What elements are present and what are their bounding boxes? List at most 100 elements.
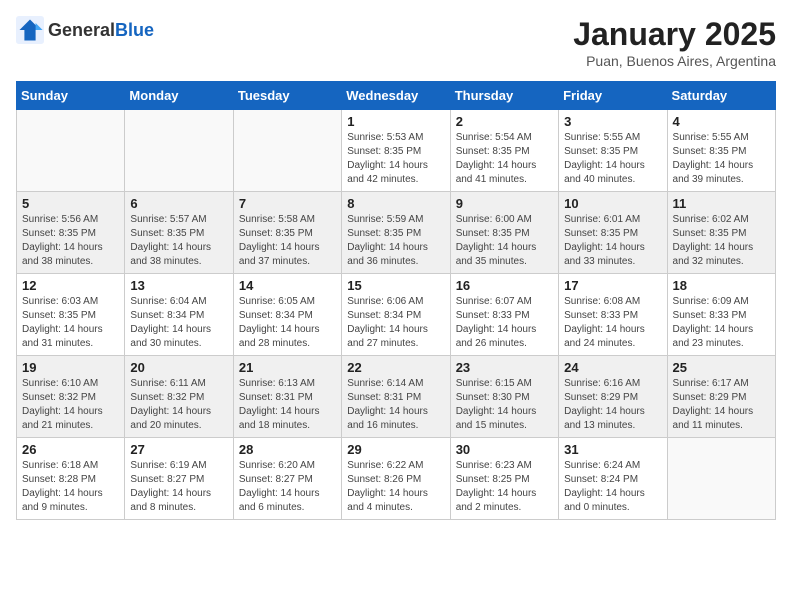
- day-number: 7: [239, 196, 336, 211]
- calendar-week-row: 26Sunrise: 6:18 AM Sunset: 8:28 PM Dayli…: [17, 438, 776, 520]
- day-info: Sunrise: 6:04 AM Sunset: 8:34 PM Dayligh…: [130, 295, 227, 351]
- calendar-cell: 31Sunrise: 6:24 AM Sunset: 8:24 PM Dayli…: [559, 438, 667, 520]
- weekday-header-monday: Monday: [125, 82, 233, 110]
- calendar-cell: 11 Sunrise: 6:02 AM Sunset: 8:35 PM Dayli…: [667, 192, 775, 274]
- day-info: Sunrise: 6:14 AM Sunset: 8:31 PM Dayligh…: [347, 377, 444, 433]
- calendar-cell: [233, 110, 341, 192]
- calendar-cell: 18 Sunrise: 6:09 AM Sunset: 8:33 PM Dayli…: [667, 274, 775, 356]
- calendar-cell: 7Sunrise: 5:58 AM Sunset: 8:35 PM Daylig…: [233, 192, 341, 274]
- day-number: 15: [347, 278, 444, 293]
- calendar-week-row: 5Sunrise: 5:56 AM Sunset: 8:35 PM Daylig…: [17, 192, 776, 274]
- day-info: Sunrise: 6:22 AM Sunset: 8:26 PM Dayligh…: [347, 459, 444, 515]
- day-info: Sunrise: 6:08 AM Sunset: 8:33 PM Dayligh…: [564, 295, 661, 351]
- calendar-cell: 25 Sunrise: 6:17 AM Sunset: 8:29 PM Dayli…: [667, 356, 775, 438]
- day-info: Sunrise: 6:06 AM Sunset: 8:34 PM Dayligh…: [347, 295, 444, 351]
- day-number: 13: [130, 278, 227, 293]
- calendar-cell: 12 Sunrise: 6:03 AM Sunset: 8:35 PM Dayli…: [17, 274, 125, 356]
- calendar-cell: 15 Sunrise: 6:06 AM Sunset: 8:34 PM Dayli…: [342, 274, 450, 356]
- day-number: 25: [673, 360, 770, 375]
- page-header: GeneralBlue January 2025 Puan, Buenos Ai…: [16, 16, 776, 69]
- calendar-cell: 5Sunrise: 5:56 AM Sunset: 8:35 PM Daylig…: [17, 192, 125, 274]
- day-number: 22: [347, 360, 444, 375]
- logo-icon: [16, 16, 44, 44]
- calendar-cell: 1 Sunrise: 5:53 AM Sunset: 8:35 PM Daylig…: [342, 110, 450, 192]
- day-number: 10: [564, 196, 661, 211]
- calendar-cell: [125, 110, 233, 192]
- day-info: Sunrise: 6:24 AM Sunset: 8:24 PM Dayligh…: [564, 459, 661, 515]
- day-info: Sunrise: 6:01 AM Sunset: 8:35 PM Dayligh…: [564, 213, 661, 269]
- day-number: 11: [673, 196, 770, 211]
- title-block: January 2025 Puan, Buenos Aires, Argenti…: [573, 16, 776, 69]
- day-number: 26: [22, 442, 119, 457]
- day-number: 9: [456, 196, 553, 211]
- calendar-cell: 4 Sunrise: 5:55 AM Sunset: 8:35 PM Daylig…: [667, 110, 775, 192]
- calendar-cell: 6 Sunrise: 5:57 AM Sunset: 8:35 PM Daylig…: [125, 192, 233, 274]
- day-number: 2: [456, 114, 553, 129]
- day-number: 17: [564, 278, 661, 293]
- calendar-cell: 20Sunrise: 6:11 AM Sunset: 8:32 PM Dayli…: [125, 356, 233, 438]
- day-info: Sunrise: 6:05 AM Sunset: 8:34 PM Dayligh…: [239, 295, 336, 351]
- logo: GeneralBlue: [16, 16, 154, 44]
- weekday-header-tuesday: Tuesday: [233, 82, 341, 110]
- day-number: 19: [22, 360, 119, 375]
- weekday-header-thursday: Thursday: [450, 82, 558, 110]
- calendar-week-row: 19 Sunrise: 6:10 AM Sunset: 8:32 PM Dayli…: [17, 356, 776, 438]
- calendar-cell: 13 Sunrise: 6:04 AM Sunset: 8:34 PM Dayli…: [125, 274, 233, 356]
- day-info: Sunrise: 6:16 AM Sunset: 8:29 PM Dayligh…: [564, 377, 661, 433]
- day-info: Sunrise: 6:23 AM Sunset: 8:25 PM Dayligh…: [456, 459, 553, 515]
- calendar-cell: 3Sunrise: 5:55 AM Sunset: 8:35 PM Daylig…: [559, 110, 667, 192]
- calendar-week-row: 1 Sunrise: 5:53 AM Sunset: 8:35 PM Daylig…: [17, 110, 776, 192]
- day-info: Sunrise: 5:55 AM Sunset: 8:35 PM Dayligh…: [564, 131, 661, 187]
- day-info: Sunrise: 6:17 AM Sunset: 8:29 PM Dayligh…: [673, 377, 770, 433]
- calendar-table: SundayMondayTuesdayWednesdayThursdayFrid…: [16, 81, 776, 520]
- logo-text-blue: Blue: [115, 20, 154, 40]
- calendar-cell: 22 Sunrise: 6:14 AM Sunset: 8:31 PM Dayli…: [342, 356, 450, 438]
- calendar-cell: 29Sunrise: 6:22 AM Sunset: 8:26 PM Dayli…: [342, 438, 450, 520]
- day-number: 24: [564, 360, 661, 375]
- day-info: Sunrise: 6:15 AM Sunset: 8:30 PM Dayligh…: [456, 377, 553, 433]
- weekday-header-row: SundayMondayTuesdayWednesdayThursdayFrid…: [17, 82, 776, 110]
- calendar-cell: 9 Sunrise: 6:00 AM Sunset: 8:35 PM Daylig…: [450, 192, 558, 274]
- day-number: 6: [130, 196, 227, 211]
- day-info: Sunrise: 5:54 AM Sunset: 8:35 PM Dayligh…: [456, 131, 553, 187]
- weekday-header-friday: Friday: [559, 82, 667, 110]
- calendar-cell: 8Sunrise: 5:59 AM Sunset: 8:35 PM Daylig…: [342, 192, 450, 274]
- calendar-cell: 17 Sunrise: 6:08 AM Sunset: 8:33 PM Dayli…: [559, 274, 667, 356]
- calendar-cell: 10 Sunrise: 6:01 AM Sunset: 8:35 PM Dayli…: [559, 192, 667, 274]
- weekday-header-wednesday: Wednesday: [342, 82, 450, 110]
- day-info: Sunrise: 6:10 AM Sunset: 8:32 PM Dayligh…: [22, 377, 119, 433]
- day-number: 18: [673, 278, 770, 293]
- calendar-cell: 23Sunrise: 6:15 AM Sunset: 8:30 PM Dayli…: [450, 356, 558, 438]
- day-number: 12: [22, 278, 119, 293]
- day-number: 16: [456, 278, 553, 293]
- day-info: Sunrise: 6:09 AM Sunset: 8:33 PM Dayligh…: [673, 295, 770, 351]
- day-info: Sunrise: 5:53 AM Sunset: 8:35 PM Dayligh…: [347, 131, 444, 187]
- calendar-cell: [17, 110, 125, 192]
- day-number: 1: [347, 114, 444, 129]
- calendar-cell: 26Sunrise: 6:18 AM Sunset: 8:28 PM Dayli…: [17, 438, 125, 520]
- day-number: 27: [130, 442, 227, 457]
- day-info: Sunrise: 6:19 AM Sunset: 8:27 PM Dayligh…: [130, 459, 227, 515]
- location: Puan, Buenos Aires, Argentina: [573, 53, 776, 69]
- day-number: 28: [239, 442, 336, 457]
- day-info: Sunrise: 6:13 AM Sunset: 8:31 PM Dayligh…: [239, 377, 336, 433]
- calendar-week-row: 12 Sunrise: 6:03 AM Sunset: 8:35 PM Dayli…: [17, 274, 776, 356]
- day-info: Sunrise: 5:59 AM Sunset: 8:35 PM Dayligh…: [347, 213, 444, 269]
- day-info: Sunrise: 6:00 AM Sunset: 8:35 PM Dayligh…: [456, 213, 553, 269]
- day-number: 14: [239, 278, 336, 293]
- day-info: Sunrise: 6:20 AM Sunset: 8:27 PM Dayligh…: [239, 459, 336, 515]
- day-info: Sunrise: 6:07 AM Sunset: 8:33 PM Dayligh…: [456, 295, 553, 351]
- calendar-cell: 19 Sunrise: 6:10 AM Sunset: 8:32 PM Dayli…: [17, 356, 125, 438]
- day-number: 20: [130, 360, 227, 375]
- day-info: Sunrise: 5:57 AM Sunset: 8:35 PM Dayligh…: [130, 213, 227, 269]
- calendar-cell: 16 Sunrise: 6:07 AM Sunset: 8:33 PM Dayli…: [450, 274, 558, 356]
- calendar-cell: 28 Sunrise: 6:20 AM Sunset: 8:27 PM Dayli…: [233, 438, 341, 520]
- day-number: 4: [673, 114, 770, 129]
- day-info: Sunrise: 6:02 AM Sunset: 8:35 PM Dayligh…: [673, 213, 770, 269]
- calendar-cell: 27 Sunrise: 6:19 AM Sunset: 8:27 PM Dayli…: [125, 438, 233, 520]
- calendar-cell: 14 Sunrise: 6:05 AM Sunset: 8:34 PM Dayli…: [233, 274, 341, 356]
- day-info: Sunrise: 5:55 AM Sunset: 8:35 PM Dayligh…: [673, 131, 770, 187]
- month-title: January 2025: [573, 16, 776, 53]
- calendar-cell: 2 Sunrise: 5:54 AM Sunset: 8:35 PM Daylig…: [450, 110, 558, 192]
- day-info: Sunrise: 6:03 AM Sunset: 8:35 PM Dayligh…: [22, 295, 119, 351]
